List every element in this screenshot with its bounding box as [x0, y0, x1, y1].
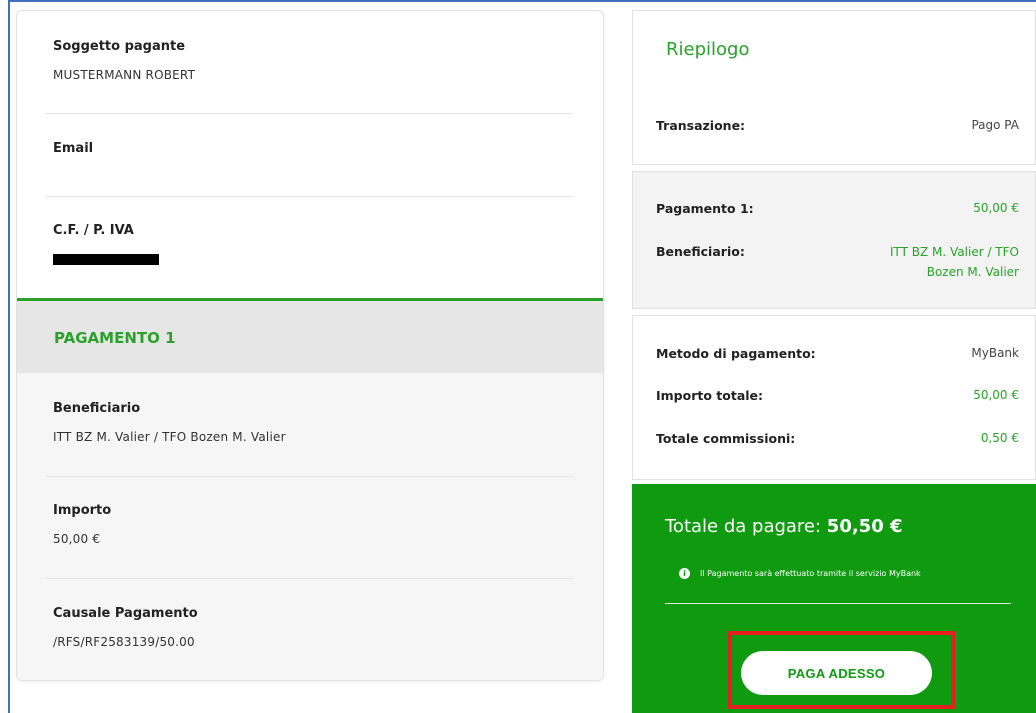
divider [45, 476, 573, 477]
beneficiary-value: ITT BZ M. Valier / TFO Bozen M. Valier [53, 430, 286, 444]
email-label: Email [53, 141, 94, 156]
beneficiary-summary-value: ITT BZ M. Valier / TFO Bozen M. Valier [890, 242, 1019, 282]
method-label: Metodo di pagamento: [656, 346, 816, 361]
divider [45, 578, 573, 579]
transaction-value: Pago PA [971, 118, 1019, 132]
transaction-label: Transazione: [656, 118, 746, 133]
window-left-border [8, 0, 10, 713]
amount-label: Importo [53, 503, 112, 518]
info-text: Il Pagamento sarà effettuato tramite il … [700, 569, 921, 578]
payer-label: Soggetto pagante [53, 39, 186, 54]
payment1-label: Pagamento 1: [656, 201, 754, 216]
method-value: MyBank [971, 346, 1019, 360]
payment-summary-box: Pagamento 1: 50,00 € Beneficiario: ITT B… [632, 171, 1036, 309]
total-to-pay-label: Totale da pagare: [665, 516, 827, 537]
payment-section-title: PAGAMENTO 1 [54, 329, 176, 347]
divider [45, 113, 573, 114]
beneficiary-line-2: Bozen M. Valier [926, 265, 1019, 279]
payment1-value: 50,00 € [973, 201, 1019, 215]
info-icon: i [679, 568, 690, 579]
method-summary-box: Metodo di pagamento: MyBank Importo tota… [632, 315, 1036, 480]
tax-code-field: C.F. / P. IVA [53, 223, 573, 265]
total-to-pay-value: 50,50 € [826, 516, 903, 537]
summary-header-box: Riepilogo Transazione: Pago PA [632, 10, 1036, 165]
pay-now-button[interactable]: PAGA ADESSO [741, 651, 932, 695]
summary-title: Riepilogo [666, 39, 750, 60]
divider [665, 603, 1011, 604]
beneficiary-field: Beneficiario ITT BZ M. Valier / TFO Boze… [53, 401, 573, 444]
reason-value: /RFS/RF2583139/50.00 [53, 635, 195, 649]
amount-value: 50,00 € [53, 532, 101, 546]
reason-field: Causale Pagamento /RFS/RF2583139/50.00 [53, 606, 573, 649]
tax-code-label: C.F. / P. IVA [53, 223, 134, 238]
redacted-tax-code [53, 254, 159, 265]
total-to-pay: Totale da pagare: 50,50 € [665, 516, 903, 537]
payment-details-card: Soggetto pagante MUSTERMANN ROBERT Email… [16, 10, 604, 681]
beneficiary-line-1: ITT BZ M. Valier / TFO [889, 245, 1019, 259]
beneficiary-label: Beneficiario [53, 401, 141, 416]
total-amount-value: 50,00 € [973, 388, 1019, 402]
payer-field: Soggetto pagante MUSTERMANN ROBERT [53, 39, 573, 82]
window-top-border [8, 0, 1036, 2]
fees-value: 0,50 € [980, 431, 1019, 445]
payment-section-header: PAGAMENTO 1 [17, 301, 603, 373]
beneficiary-summary-label: Beneficiario: [656, 244, 745, 259]
payment-section-body: Beneficiario ITT BZ M. Valier / TFO Boze… [17, 373, 603, 680]
fees-label: Totale commissioni: [656, 431, 796, 446]
amount-field: Importo 50,00 € [53, 503, 573, 546]
total-to-pay-box: Totale da pagare: 50,50 € i Il Pagamento… [632, 484, 1036, 713]
email-field: Email [53, 141, 573, 170]
total-amount-label: Importo totale: [656, 388, 764, 403]
divider [45, 196, 573, 197]
reason-label: Causale Pagamento [53, 606, 198, 621]
payer-value: MUSTERMANN ROBERT [53, 68, 196, 82]
info-message: i Il Pagamento sarà effettuato tramite i… [679, 568, 921, 579]
